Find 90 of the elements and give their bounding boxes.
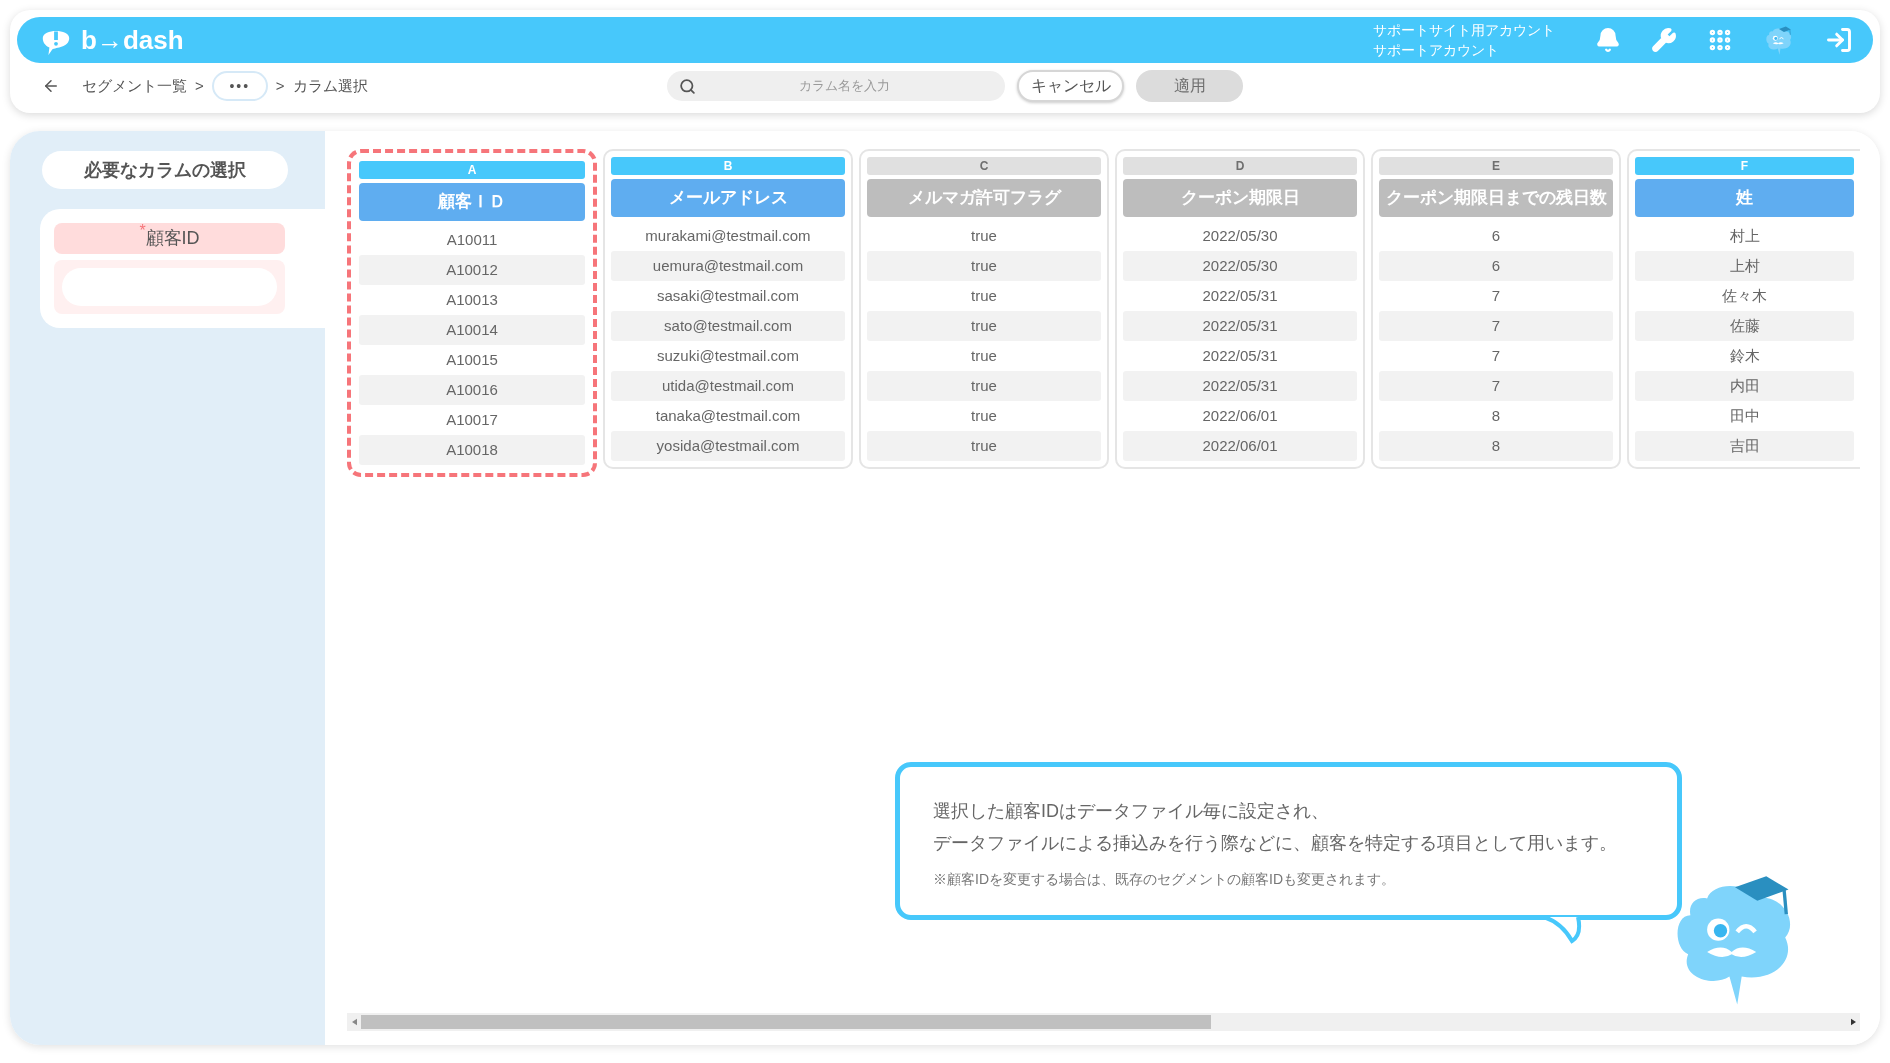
table-cell: true <box>867 431 1101 461</box>
table-cell-text: 佐々木 <box>1721 285 1768 306</box>
table-cell-text: A10017 <box>445 409 499 430</box>
table-cell-text: 2022/05/31 <box>1201 345 1279 366</box>
table-cell: 佐藤 <box>1635 311 1854 341</box>
table-cell-text: sasaki@testmail.com <box>656 285 800 306</box>
table-cell: true <box>867 371 1101 401</box>
table-cell: 吉田 <box>1635 431 1854 461</box>
table-cell-text: true <box>970 285 998 306</box>
account-name: サポートサイト用アカウント <box>1373 21 1555 40</box>
hint-note: ※顧客IDを変更する場合は、既存のセグメントの顧客IDも変更されます。 <box>933 870 1396 889</box>
table-cell-text: 2022/05/30 <box>1201 225 1279 246</box>
table-cell: 2022/05/31 <box>1123 311 1357 341</box>
column-letter: C <box>867 157 1101 175</box>
table-cell: A10018 <box>359 435 585 465</box>
app-grid-icon[interactable] <box>1707 27 1733 53</box>
table-cell-text: true <box>970 225 998 246</box>
table-cell-text: 8 <box>1490 405 1502 426</box>
logo-text: b→dash <box>81 23 184 57</box>
table-cell-text: A10013 <box>445 289 499 310</box>
table-cell-text: suzuki@testmail.com <box>656 345 800 366</box>
column-letter: D <box>1123 157 1357 175</box>
column-header: クーポン期限日 <box>1123 179 1357 217</box>
breadcrumb-separator: > <box>275 75 285 96</box>
required-mark: * <box>139 223 146 239</box>
breadcrumb-link[interactable]: セグメント一覧 <box>82 74 187 98</box>
table-cell: A10012 <box>359 255 585 285</box>
table-cell-text: 田中 <box>1728 405 1761 426</box>
column-header: 顧客ＩＤ <box>359 183 585 221</box>
breadcrumb-separator: > <box>195 75 204 96</box>
cancel-button[interactable]: キャンセル <box>1017 70 1124 102</box>
table-cell: yosida@testmail.com <box>611 431 845 461</box>
table-cell: A10016 <box>359 375 585 405</box>
table-cell-text: 6 <box>1490 225 1502 246</box>
breadcrumb-current: カラム選択 <box>292 75 368 96</box>
search-input[interactable]: カラム名を入力 <box>696 76 993 96</box>
table-cell: true <box>867 311 1101 341</box>
column-header: 姓 <box>1635 179 1854 217</box>
search-icon <box>679 77 696 95</box>
table-cell: 上村 <box>1635 251 1854 281</box>
table-cell: utida@testmail.com <box>611 371 845 401</box>
column-header: メールアドレス <box>611 179 845 217</box>
table-cell-text: murakami@testmail.com <box>644 225 812 246</box>
column-letter: A <box>359 161 585 179</box>
table-cell-text: 7 <box>1490 345 1502 366</box>
hint-text: 選択した顧客IDはデータファイル毎に設定され、 <box>933 800 1330 823</box>
table-cell-text: 鈴木 <box>1728 345 1761 366</box>
hint-text: データファイルによる挿込みを行う際などに、顧客を特定する項目として用います。 <box>933 832 1618 855</box>
scrollbar-thumb[interactable] <box>361 1015 1211 1029</box>
table-cell-text: true <box>970 405 998 426</box>
horizontal-scrollbar[interactable] <box>347 1013 1860 1031</box>
search-field[interactable]: カラム名を入力 <box>667 71 1005 101</box>
table-cell-text: 7 <box>1490 285 1502 306</box>
column-header: メルマガ許可フラグ <box>867 179 1101 217</box>
table-cell-text: A10015 <box>445 349 499 370</box>
column-letter: B <box>611 157 845 175</box>
table-cell: 8 <box>1379 431 1613 461</box>
table-cell: 6 <box>1379 251 1613 281</box>
table-column[interactable]: A 顧客ＩＤ A10011 A10012 A10013 A10014 A10015 A10016 A10017 A10018 <box>347 149 597 477</box>
table-cell: 内田 <box>1635 371 1854 401</box>
column-label: 顧客ID <box>145 228 200 250</box>
table-column[interactable]: F 姓 村上 上村 佐々木 佐藤 鈴木 内田 田中 吉田 <box>1627 149 1860 469</box>
table-cell: true <box>867 251 1101 281</box>
table-column[interactable]: B メールアドレス murakami@testmail.com uemura@testmail.com sasaki@testmail.com sato@testmail.com suzuki@testmail.com utida@testmail.com tanaka@testmail.com yosida@testmail.com <box>603 149 853 469</box>
account-name: サポートアカウント <box>1373 41 1500 60</box>
table-cell-text: true <box>970 345 998 366</box>
column-header: クーポン期限日までの残日数 <box>1379 179 1613 217</box>
column-letter: E <box>1379 157 1613 175</box>
table-cell-text: 2022/06/01 <box>1201 405 1279 426</box>
column-letter: F <box>1635 157 1854 175</box>
table-cell: A10014 <box>359 315 585 345</box>
notification-bell-icon[interactable] <box>1595 27 1621 53</box>
table-cell: sato@testmail.com <box>611 311 845 341</box>
breadcrumb-more-button[interactable]: ••• <box>211 71 268 101</box>
table-cell: uemura@testmail.com <box>611 251 845 281</box>
table-cell-text: 2022/05/31 <box>1201 285 1279 306</box>
logout-icon[interactable] <box>1825 26 1853 54</box>
table-cell: 2022/05/30 <box>1123 251 1357 281</box>
table-column[interactable]: C メルマガ許可フラグ true true true true true true true true <box>859 149 1109 469</box>
table-cell: 7 <box>1379 371 1613 401</box>
wrench-icon[interactable] <box>1651 27 1677 53</box>
table-column[interactable]: E クーポン期限日までの残日数 6 6 7 7 7 7 8 8 <box>1371 149 1621 469</box>
table-cell: 2022/06/01 <box>1123 431 1357 461</box>
table-column[interactable]: D クーポン期限日 2022/05/30 2022/05/30 2022/05/31 2022/05/31 2022/05/31 2022/05/31 2022/06/01 2022/06/01 <box>1115 149 1365 469</box>
table-cell: 7 <box>1379 311 1613 341</box>
table-cell-text: tanaka@testmail.com <box>654 405 802 426</box>
sidebar-title: 必要なカラムの選択 <box>42 151 288 189</box>
table-cell-text: 村上 <box>1728 225 1761 246</box>
table-cell-text: A10011 <box>445 229 499 250</box>
table-cell: 2022/05/31 <box>1123 371 1357 401</box>
